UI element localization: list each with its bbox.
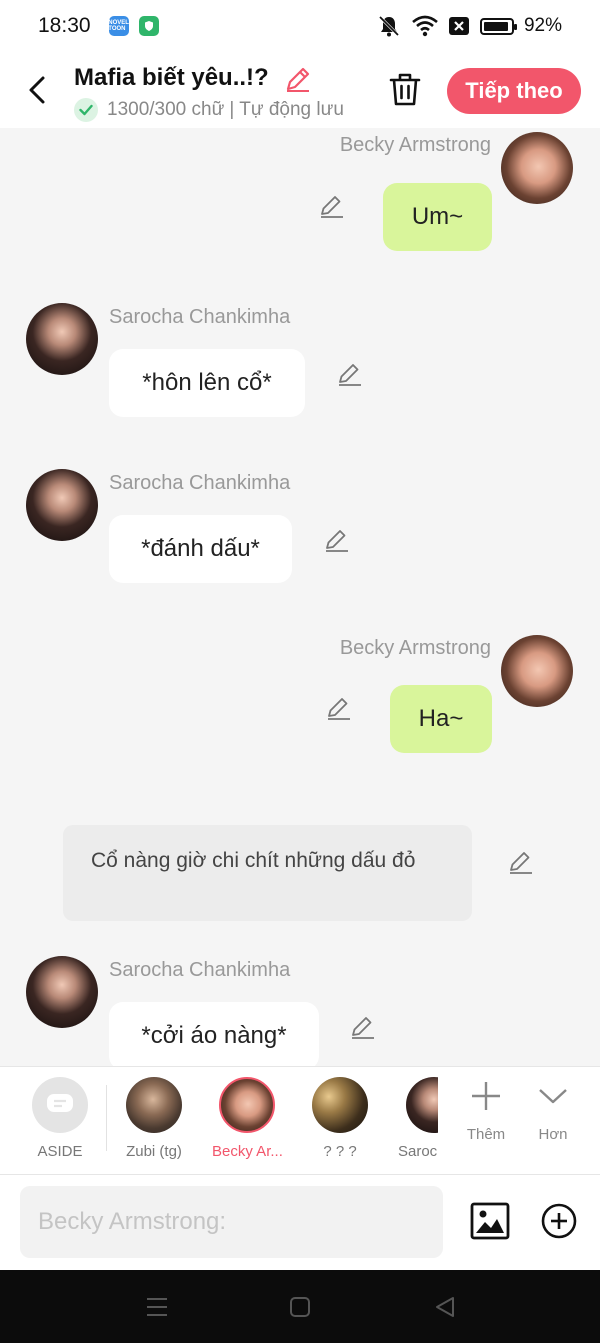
message-input[interactable] [20,1186,443,1258]
next-button[interactable]: Tiếp theo [447,68,581,114]
back-nav-icon[interactable] [432,1294,458,1320]
speaker-name: Becky Armstrong [339,134,491,156]
mute-icon [378,15,400,37]
character-bar: ASIDE Zubi (tg) Becky Ar... ? ? ? Saroc … [0,1066,600,1175]
character-label: Becky Ar... [212,1143,282,1160]
message-bubble[interactable]: *cởi áo nàng* [109,1002,319,1066]
message-bubble[interactable]: Ha~ [390,685,492,753]
edit-message-icon[interactable] [318,192,346,220]
character-label: Saroc [398,1143,438,1160]
wifi-icon [412,15,438,37]
message-bubble[interactable]: *đánh dấu* [109,515,292,583]
back-arrow-icon [29,76,45,104]
story-title: Mafia biết yêu..!? [74,64,269,91]
battery-icon [479,17,517,35]
status-time: 18:30 [38,14,91,37]
system-nav-bar [0,1270,600,1343]
add-circle-icon[interactable] [541,1203,577,1239]
novel-toon-icon: NOVEL TOON [108,16,129,36]
edit-title-icon[interactable] [283,64,313,94]
aside-avatar [32,1077,88,1133]
edit-message-icon[interactable] [325,694,353,722]
avatar-sarocha[interactable] [26,469,98,541]
check-icon [74,98,98,122]
plus-icon [472,1082,500,1110]
speaker-name: Sarocha Chankimha [109,959,291,981]
avatar-becky [219,1077,275,1133]
home-icon[interactable] [287,1294,313,1320]
aside-message[interactable]: Cổ nàng giờ chi chít những dấu đỏ [63,825,472,921]
character-label: Zubi (tg) [126,1143,182,1160]
character-label: ? ? ? [323,1143,357,1160]
avatar-sarocha[interactable] [26,303,98,375]
message-bubble[interactable]: Um~ [383,183,492,251]
message-icon [47,1094,73,1112]
save-status: 1300/300 chữ | Tự động lưu [74,98,344,122]
character-sarocha[interactable]: Saroc [398,1077,438,1160]
shield-app-icon [138,16,159,36]
input-row [0,1175,600,1270]
character-label: ASIDE [37,1143,83,1160]
avatar-sarocha[interactable] [26,956,98,1028]
edit-message-icon[interactable] [507,848,535,876]
character-zubi[interactable]: Zubi (tg) [119,1077,189,1160]
subtitle-separator: | [229,99,235,120]
more-button[interactable]: Hơn [523,1079,583,1143]
image-icon[interactable] [470,1201,510,1241]
menu-icon[interactable] [144,1294,170,1320]
speaker-name: Sarocha Chankimha [109,472,291,494]
chevron-down-icon [539,1089,567,1104]
edit-message-icon[interactable] [349,1013,377,1041]
autosave-label: Tự động lưu [239,99,344,120]
character-unknown[interactable]: ? ? ? [305,1077,375,1160]
avatar-zubi [126,1077,182,1133]
avatar-sarocha [406,1077,438,1133]
more-label: Hơn [538,1126,568,1143]
divider [106,1085,107,1151]
editor-header: Mafia biết yêu..!? 1300/300 chữ | Tự độn… [0,52,600,128]
message-bubble[interactable]: *hôn lên cổ* [109,349,305,417]
avatar-becky[interactable] [501,132,573,204]
back-button[interactable] [22,72,52,108]
speaker-name: Sarocha Chankimha [109,306,291,328]
character-becky[interactable]: Becky Ar... [212,1077,282,1160]
sim-disabled-icon [448,17,469,35]
edit-message-icon[interactable] [323,526,351,554]
chat-area[interactable]: Becky Armstrong Um~ Sarocha Chankimha *h… [0,128,600,1066]
add-character-button[interactable]: Thêm [456,1079,516,1143]
status-right: 92% [376,14,562,38]
battery-percent: 92% [523,15,562,36]
word-count: 1300/300 chữ [107,99,225,120]
add-label: Thêm [466,1126,506,1143]
avatar-unknown [312,1077,368,1133]
trash-icon[interactable] [386,70,424,108]
status-bar: 18:30 NOVEL TOON 92% [0,0,600,52]
edit-message-icon[interactable] [336,360,364,388]
character-aside[interactable]: ASIDE [25,1077,95,1160]
speaker-name: Becky Armstrong [339,637,491,659]
avatar-becky[interactable] [501,635,573,707]
